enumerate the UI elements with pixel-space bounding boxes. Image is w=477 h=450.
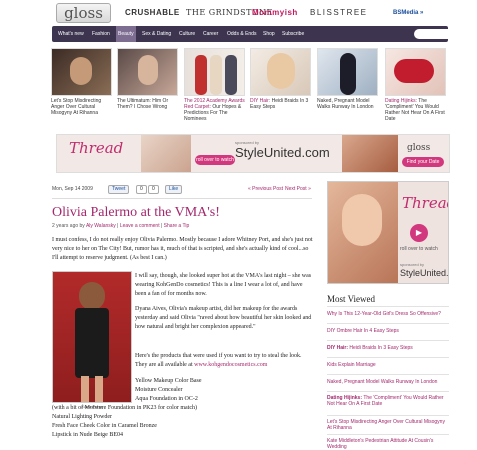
- gloss-small-logo: gloss: [407, 143, 431, 153]
- most-viewed-item[interactable]: DIY Hair: Heidi Braids In 3 Easy Steps: [327, 345, 449, 351]
- most-viewed-item[interactable]: Why Is This 12-Year-Old Girl's Dress So …: [327, 311, 449, 317]
- gloss-logo[interactable]: gloss: [56, 3, 111, 23]
- most-viewed-item[interactable]: Kate Middleton's Pedestrian Attitude At …: [327, 438, 449, 450]
- most-viewed-item[interactable]: Dating Hijinks: The 'Compliment' You Wou…: [327, 395, 449, 407]
- featured-item[interactable]: Let's Stop Misdirecting Anger Over Cultu…: [51, 48, 112, 116]
- paragraph: Here's the products that were used if yo…: [135, 352, 315, 370]
- ad-model-image: [342, 135, 398, 172]
- product-item: Natural Lighting Powder: [52, 414, 112, 420]
- roll-over-button[interactable]: roll over to watch: [195, 155, 235, 165]
- paragraph: Dyana Aives, Olivia's makeup artist, did…: [135, 306, 312, 330]
- product-item: Lipstick in Nude Beige BE04: [52, 432, 123, 438]
- most-viewed-item[interactable]: Let's Stop Misdirecting Anger Over Cultu…: [327, 419, 449, 431]
- most-viewed-item[interactable]: DIY Ombre Hair In 4 Easy Steps: [327, 328, 449, 334]
- post-title: Olivia Palermo at the VMA's!: [52, 205, 220, 220]
- like-count: 0: [148, 185, 159, 194]
- divider: [327, 415, 449, 416]
- nav-culture[interactable]: Culture: [179, 26, 195, 42]
- product-item: Moisture Concealer: [135, 387, 183, 393]
- item-text: Heidi Braids In 3 Easy Steps: [349, 345, 413, 351]
- featured-caption[interactable]: Naked, Pregnant Model Walks Runway In Lo…: [317, 98, 378, 110]
- featured-item[interactable]: The Ultimatum: Him Or Them? I Chose Wron…: [117, 48, 178, 110]
- divider: [52, 198, 312, 199]
- featured-thumb[interactable]: [317, 48, 378, 96]
- partner-blisstree[interactable]: BLISSTREE: [310, 8, 368, 17]
- most-viewed-item[interactable]: Kids Explain Marriage: [327, 362, 449, 368]
- product-item: Aqua Foundation in OC-2: [135, 396, 198, 402]
- top-bar: gloss CRUSHABLE THE GRINDSTONE Mommyish …: [0, 0, 477, 25]
- byline-prefix: 2 years ago by: [52, 223, 85, 229]
- divider: [327, 323, 449, 324]
- featured-caption[interactable]: Let's Stop Misdirecting Anger Over Cultu…: [51, 98, 112, 116]
- most-viewed-item[interactable]: Naked, Pregnant Model Walks Runway In Lo…: [327, 379, 449, 385]
- ad-model-image: [328, 182, 398, 283]
- featured-thumb[interactable]: [51, 48, 112, 96]
- post-date: Mon, Sep 14 2009: [52, 186, 93, 192]
- thread-logo: Thread: [69, 139, 124, 157]
- featured-thumb[interactable]: [184, 48, 245, 96]
- featured-thumb[interactable]: [117, 48, 178, 96]
- nav-whats-new[interactable]: What's new: [58, 26, 84, 42]
- nav-beauty[interactable]: Beauty: [116, 26, 136, 42]
- post-byline: 2 years ago by Aly Walansky | Leave a co…: [52, 223, 190, 229]
- thread-logo: Thread: [402, 194, 448, 212]
- find-date-button[interactable]: Find your Date: [402, 157, 444, 167]
- featured-caption[interactable]: The 2012 Academy Awards Red Carpet: Our …: [184, 98, 245, 122]
- divider: [327, 374, 449, 375]
- network-link[interactable]: BSMedia »: [393, 10, 423, 16]
- featured-item[interactable]: The 2012 Academy Awards Red Carpet: Our …: [184, 48, 245, 122]
- item-label: DIY Hair:: [327, 345, 349, 351]
- divider: [327, 391, 449, 392]
- thread-banner-ad[interactable]: Thread roll over to watch sponsored by S…: [56, 134, 450, 173]
- tweet-count: 0: [136, 185, 147, 194]
- share-tip-link[interactable]: Share a Tip: [164, 223, 190, 229]
- product-item: Fresh Face Cheek Color in Caramel Bronze: [52, 423, 157, 429]
- article-photo: [52, 271, 132, 403]
- featured-item[interactable]: Naked, Pregnant Model Walks Runway In Lo…: [317, 48, 378, 110]
- divider: [327, 340, 449, 341]
- featured-caption[interactable]: The Ultimatum: Him Or Them? I Chose Wron…: [117, 98, 178, 110]
- styleunited-logo: StyleUnited.com: [400, 268, 449, 278]
- main-nav: What's new Fashion Beauty Sex & Dating C…: [52, 26, 477, 42]
- featured-item[interactable]: DIY Hair: Heidi Braids In 3 Easy Steps: [250, 48, 311, 110]
- ad-model-image: [141, 135, 191, 172]
- previous-post-link[interactable]: « Previous Post: [248, 186, 283, 192]
- nav-shop[interactable]: Shop: [263, 26, 275, 42]
- play-icon[interactable]: ▶: [410, 224, 428, 242]
- nav-odds-ends[interactable]: Odds & Ends: [227, 26, 256, 42]
- paragraph: I must confess, I do not really enjoy Ol…: [52, 237, 313, 261]
- partner-crushable[interactable]: CRUSHABLE: [125, 8, 180, 17]
- nav-fashion[interactable]: Fashion: [92, 26, 110, 42]
- tweet-label: Tweet: [112, 186, 126, 192]
- paragraph: I will say, though, she looked super hot…: [135, 273, 312, 297]
- post-meta-row: Mon, Sep 14 2009 Tweet 0 Like 0 « Previo…: [52, 185, 312, 197]
- next-post-link[interactable]: Next Post »: [285, 186, 311, 192]
- divider: [327, 306, 449, 307]
- sponsor-label: sponsored by: [400, 262, 425, 267]
- featured-caption[interactable]: Dating Hijinks: The 'Compliment' You Wou…: [385, 98, 446, 122]
- featured-item[interactable]: Dating Hijinks: The 'Compliment' You Wou…: [385, 48, 446, 122]
- comment-link[interactable]: Leave a comment: [120, 223, 160, 229]
- tweet-button[interactable]: Tweet: [108, 185, 130, 194]
- author-link[interactable]: Aly Walansky: [86, 223, 116, 229]
- nav-sex-dating[interactable]: Sex & Dating: [142, 26, 171, 42]
- featured-thumb[interactable]: [250, 48, 311, 96]
- sidebar-thread-ad[interactable]: Thread ▶ roll over to watch sponsored by…: [327, 181, 449, 284]
- nav-subscribe[interactable]: Subscribe: [282, 26, 304, 42]
- featured-thumb[interactable]: [385, 48, 446, 96]
- kohgendo-link[interactable]: www.kohgendocosmetics.com: [194, 362, 267, 368]
- divider: [327, 434, 449, 435]
- like-label: Like: [169, 186, 179, 192]
- product-item: Yellow Makeup Color Base: [135, 378, 202, 384]
- featured-caption[interactable]: DIY Hair: Heidi Braids In 3 Easy Steps: [250, 98, 311, 110]
- nav-career[interactable]: Career: [203, 26, 218, 42]
- partner-mommyish[interactable]: Mommyish: [252, 8, 298, 17]
- most-viewed-heading: Most Viewed: [327, 294, 376, 304]
- product-item: (with a bit of Moisture Foundation in PK…: [52, 405, 197, 411]
- styleunited-logo: StyleUnited.com: [235, 145, 330, 160]
- roll-over-label: roll over to watch: [400, 246, 438, 252]
- search-input[interactable]: ⌕: [414, 29, 477, 39]
- divider: [327, 357, 449, 358]
- like-button[interactable]: Like: [165, 185, 183, 194]
